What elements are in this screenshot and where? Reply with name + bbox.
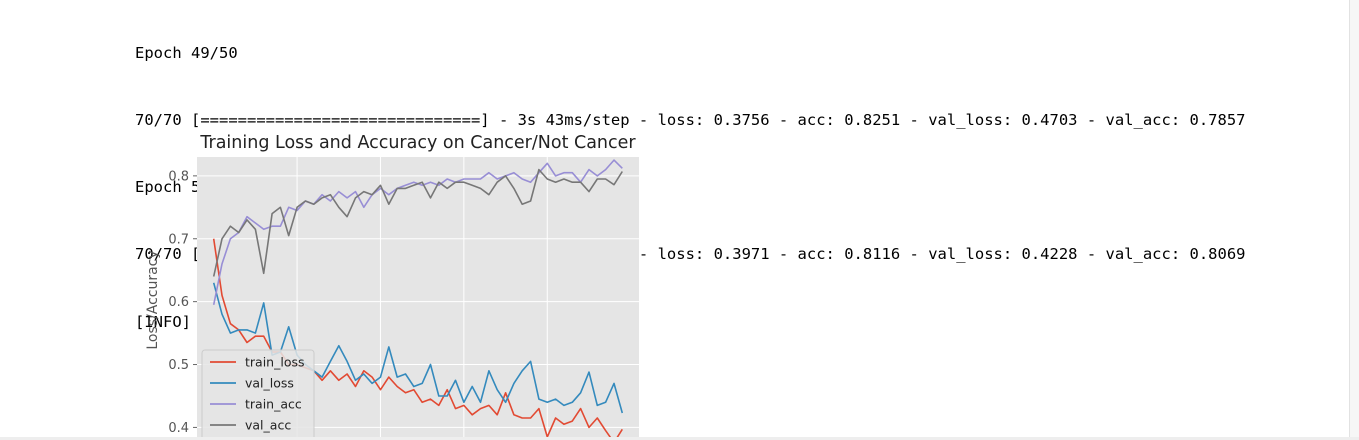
y-tick-label: 0.8 [168, 169, 189, 184]
console-line: Epoch 49/50 [135, 43, 238, 62]
chart-title: Training Loss and Accuracy on Cancer/Not… [199, 133, 636, 153]
y-tick-label: 0.7 [168, 232, 189, 247]
y-axis-label: Loss/Accuracy [145, 250, 161, 349]
legend-label: val_loss [245, 376, 294, 391]
y-tick-label: 0.5 [168, 358, 189, 373]
legend-label: train_acc [245, 397, 302, 412]
y-tick-label: 0.6 [168, 295, 189, 310]
plot-output: Training Loss and Accuracy on Cancer/Not… [135, 120, 667, 440]
window-right-edge [1349, 0, 1359, 440]
training-chart: Training Loss and Accuracy on Cancer/Not… [145, 133, 639, 440]
legend-label: val_acc [245, 418, 291, 433]
y-tick-label: 0.4 [168, 421, 189, 436]
legend-label: train_loss [245, 355, 305, 370]
